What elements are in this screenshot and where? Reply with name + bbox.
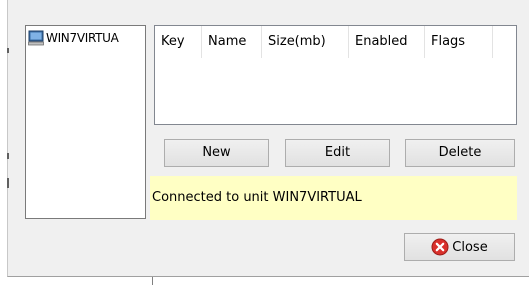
new-button[interactable]: New bbox=[164, 139, 269, 167]
background-mark bbox=[7, 48, 9, 53]
status-text: Connected to unit WIN7VIRTUAL bbox=[152, 190, 362, 205]
status-bar: Connected to unit WIN7VIRTUAL bbox=[150, 176, 517, 220]
column-header-flags[interactable]: Flags bbox=[425, 26, 493, 58]
column-header-name[interactable]: Name bbox=[202, 26, 262, 58]
close-button[interactable]: Close bbox=[404, 233, 515, 261]
column-header-enabled[interactable]: Enabled bbox=[349, 26, 425, 58]
delete-button[interactable]: Delete bbox=[405, 139, 515, 167]
computer-icon bbox=[28, 30, 44, 46]
background-mark bbox=[7, 153, 9, 159]
column-header-key[interactable]: Key bbox=[155, 26, 202, 58]
unit-tree[interactable]: WIN7VIRTUA bbox=[25, 25, 146, 219]
column-header-size[interactable]: Size(mb) bbox=[262, 26, 349, 58]
background-mark bbox=[7, 178, 9, 188]
close-icon bbox=[431, 238, 449, 256]
tree-node-label: WIN7VIRTUA bbox=[46, 31, 119, 45]
edit-button[interactable]: Edit bbox=[285, 139, 390, 167]
close-button-label: Close bbox=[452, 239, 488, 255]
partition-table[interactable]: Key Name Size(mb) Enabled Flags bbox=[154, 25, 517, 125]
divider bbox=[152, 277, 153, 285]
table-header: Key Name Size(mb) Enabled Flags bbox=[155, 26, 493, 58]
tree-node-unit[interactable]: WIN7VIRTUA bbox=[28, 29, 144, 47]
